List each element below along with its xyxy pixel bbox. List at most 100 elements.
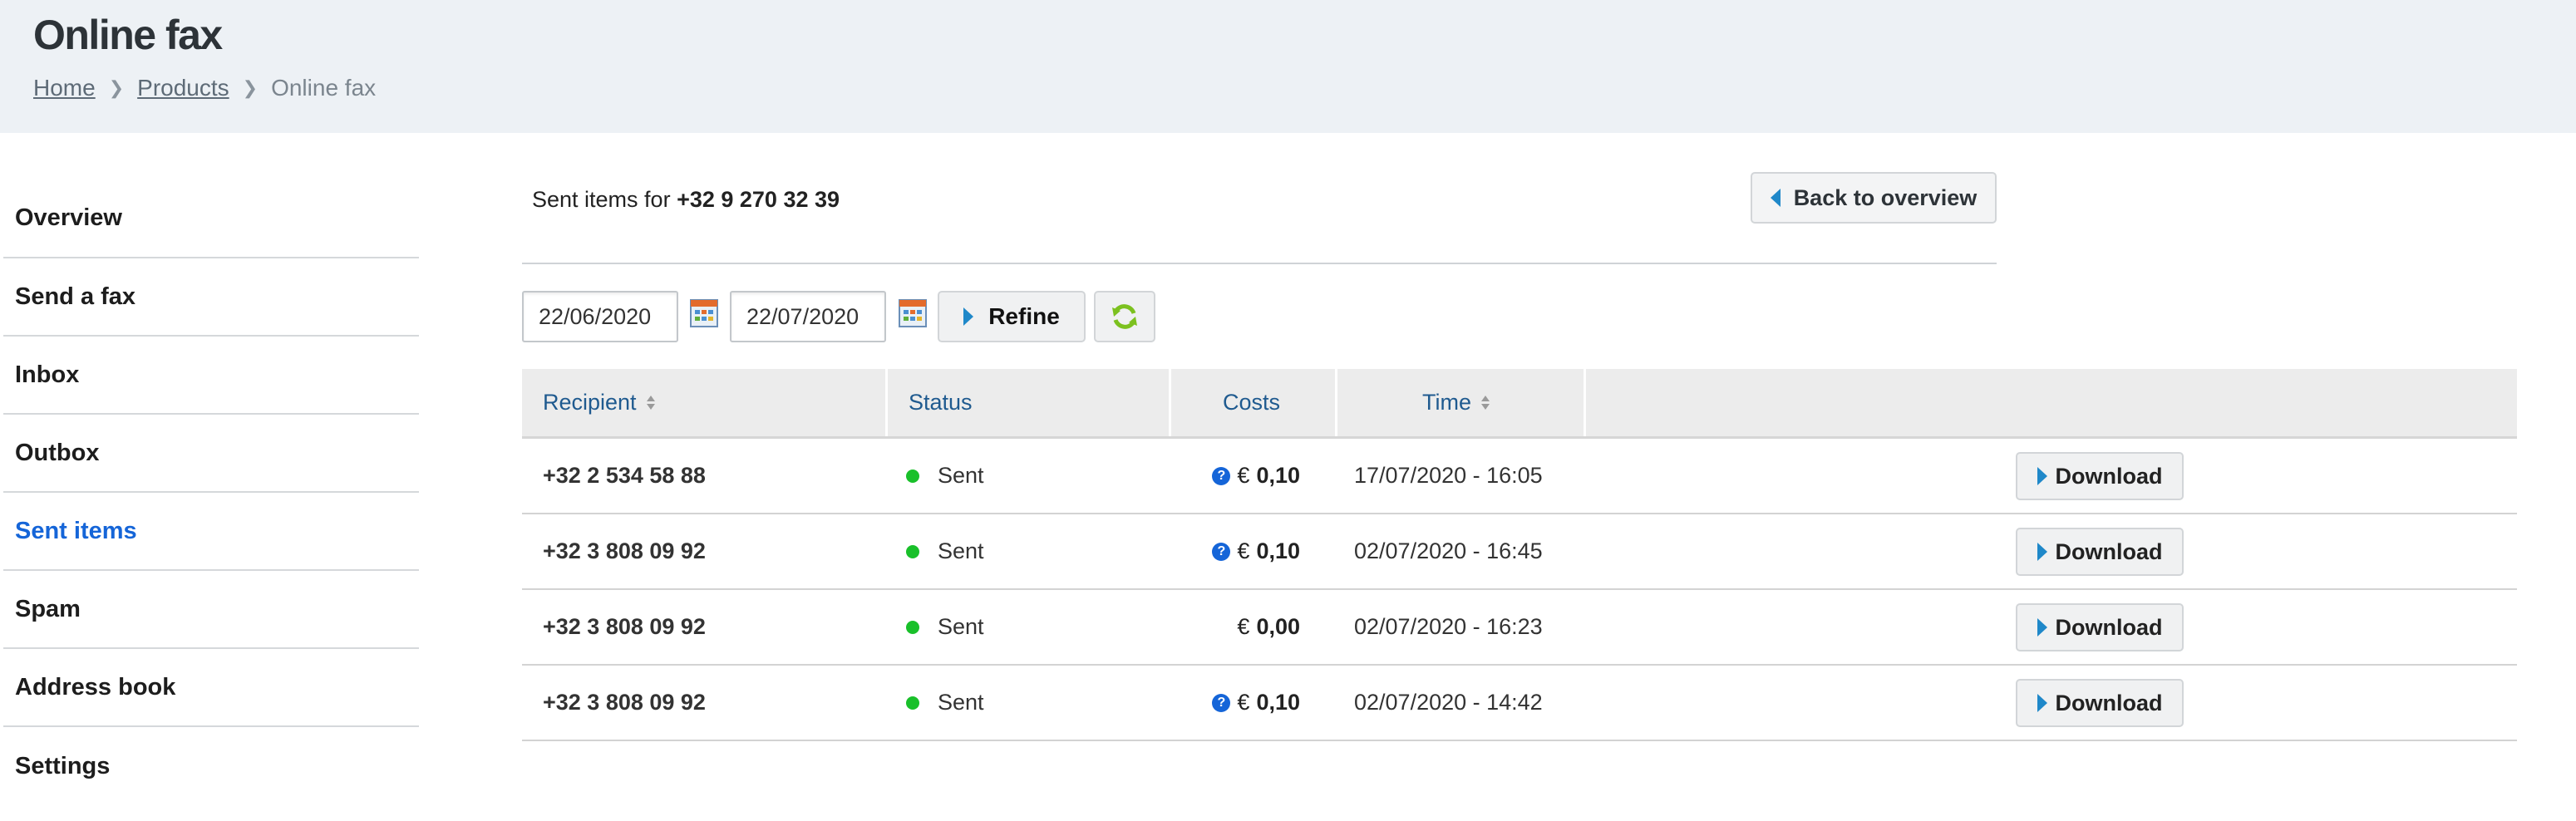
sidebar-item-address-book[interactable]: Address book [3, 649, 419, 727]
refresh-icon [1112, 304, 1137, 329]
currency-symbol: € [1237, 463, 1250, 488]
fax-number: +32 9 270 32 39 [677, 187, 840, 212]
column-label: Status [909, 390, 973, 415]
table-row: +32 3 808 09 92 Sent € 0,00 02/07/2020 -… [522, 590, 2517, 666]
arrow-left-icon [1770, 189, 1781, 207]
column-divider [1169, 369, 1171, 436]
table-row: +32 3 808 09 92 Sent ? € 0,10 02/07/2020… [522, 666, 2517, 741]
table-header: Recipient Status Costs Time [522, 369, 2517, 439]
refine-button[interactable]: Refine [938, 291, 1086, 342]
download-label: Download [2055, 463, 2163, 489]
download-label: Download [2055, 614, 2163, 640]
calendar-icon[interactable] [690, 299, 718, 327]
back-to-overview-button[interactable]: Back to overview [1751, 172, 1997, 224]
breadcrumb-home-link[interactable]: Home [33, 71, 96, 105]
table-row: +32 3 808 09 92 Sent ? € 0,10 02/07/2020… [522, 514, 2517, 590]
breadcrumb: Home ❯ Products ❯ Online fax [33, 71, 376, 105]
sidebar-item-sent-items[interactable]: Sent items [3, 493, 419, 571]
arrow-right-icon [963, 307, 974, 326]
breadcrumb-products-link[interactable]: Products [137, 71, 229, 105]
arrow-right-icon [2037, 618, 2047, 637]
from-date-input[interactable] [522, 291, 678, 342]
arrow-right-icon [2037, 467, 2047, 485]
cost-cell: € 0,00 [1237, 590, 1300, 664]
breadcrumb-separator-icon: ❯ [108, 77, 125, 98]
status-cell: Sent [906, 666, 984, 740]
currency-symbol: € [1237, 690, 1250, 715]
recipient-number: +32 3 808 09 92 [543, 614, 706, 639]
refine-label: Refine [988, 303, 1060, 329]
sidebar-item-settings[interactable]: Settings [3, 727, 419, 805]
divider [522, 263, 1997, 264]
sent-time: 02/07/2020 - 14:42 [1354, 690, 1543, 715]
sent-items-heading: Sent items for +32 9 270 32 39 [532, 184, 840, 214]
column-header-recipient[interactable]: Recipient [543, 369, 655, 436]
status-label: Sent [938, 538, 984, 563]
sent-items-prefix: Sent items for [532, 187, 671, 212]
status-sent-icon [906, 620, 919, 634]
recipient-number: +32 3 808 09 92 [543, 690, 706, 715]
arrow-right-icon [2037, 694, 2047, 712]
status-label: Sent [938, 690, 984, 715]
column-label: Costs [1223, 390, 1281, 415]
status-sent-icon [906, 469, 919, 483]
sent-time: 02/07/2020 - 16:23 [1354, 614, 1543, 639]
status-label: Sent [938, 614, 984, 639]
cost-amount: 0,00 [1256, 614, 1300, 639]
column-header-status: Status [909, 369, 973, 436]
sort-icon [646, 395, 655, 411]
sent-items-table: Recipient Status Costs Time +32 2 534 58… [522, 369, 2517, 741]
breadcrumb-separator-icon: ❯ [242, 77, 259, 98]
download-label: Download [2055, 690, 2163, 715]
column-label: Time [1422, 390, 1471, 415]
column-divider [885, 369, 888, 436]
download-button[interactable]: Download [2016, 452, 2184, 500]
recipient-number: +32 3 808 09 92 [543, 538, 706, 563]
status-cell: Sent [906, 439, 984, 513]
sent-time: 17/07/2020 - 16:05 [1354, 463, 1543, 488]
currency-symbol: € [1237, 614, 1250, 639]
sent-time: 02/07/2020 - 16:45 [1354, 538, 1543, 563]
cost-amount: 0,10 [1256, 538, 1300, 563]
sidebar: Overview Send a fax Inbox Outbox Sent it… [3, 179, 419, 805]
help-icon[interactable]: ? [1212, 693, 1231, 712]
column-divider [1584, 369, 1586, 436]
column-label: Recipient [543, 390, 637, 415]
cost-cell: ? € 0,10 [1212, 514, 1300, 588]
arrow-right-icon [2037, 543, 2047, 561]
sidebar-item-outbox[interactable]: Outbox [3, 415, 419, 493]
download-button[interactable]: Download [2016, 528, 2184, 576]
recipient-number: +32 2 534 58 88 [543, 463, 706, 488]
sidebar-item-inbox[interactable]: Inbox [3, 337, 419, 415]
status-sent-icon [906, 544, 919, 558]
status-label: Sent [938, 463, 984, 488]
table-row: +32 2 534 58 88 Sent ? € 0,10 17/07/2020… [522, 439, 2517, 514]
cost-cell: ? € 0,10 [1212, 666, 1300, 740]
column-header-time[interactable]: Time [1422, 369, 1490, 436]
page-header: Online fax Home ❯ Products ❯ Online fax [0, 0, 2576, 133]
cost-amount: 0,10 [1256, 690, 1300, 715]
status-cell: Sent [906, 590, 984, 664]
sidebar-item-overview[interactable]: Overview [3, 179, 419, 258]
status-sent-icon [906, 696, 919, 710]
calendar-icon[interactable] [899, 299, 927, 327]
refresh-button[interactable] [1094, 291, 1155, 342]
download-button[interactable]: Download [2016, 679, 2184, 727]
back-to-overview-label: Back to overview [1793, 184, 1978, 210]
download-button[interactable]: Download [2016, 603, 2184, 651]
currency-symbol: € [1237, 538, 1250, 563]
help-icon[interactable]: ? [1212, 466, 1231, 485]
page-title: Online fax [33, 12, 223, 58]
status-cell: Sent [906, 514, 984, 588]
help-icon[interactable]: ? [1212, 542, 1231, 561]
column-header-costs: Costs [1223, 369, 1280, 436]
cost-amount: 0,10 [1256, 463, 1300, 488]
to-date-input[interactable] [730, 291, 886, 342]
cost-cell: ? € 0,10 [1212, 439, 1300, 513]
breadcrumb-current: Online fax [271, 75, 377, 101]
sidebar-item-spam[interactable]: Spam [3, 571, 419, 649]
sidebar-item-send-a-fax[interactable]: Send a fax [3, 258, 419, 337]
download-label: Download [2055, 538, 2163, 564]
column-divider [1335, 369, 1337, 436]
sort-icon [1481, 395, 1490, 411]
